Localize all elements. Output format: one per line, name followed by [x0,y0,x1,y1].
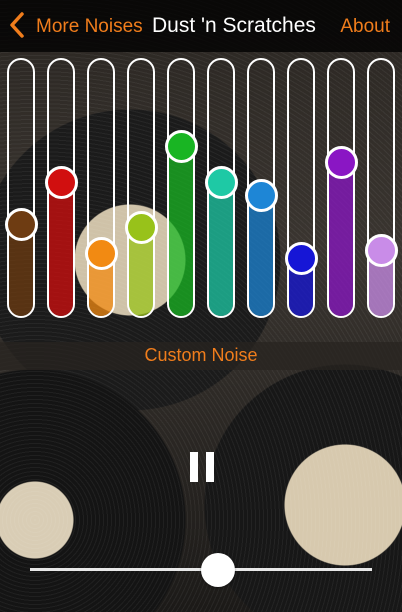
slider-track-8[interactable] [287,58,315,318]
pause-icon [206,452,214,482]
page-title: Dust 'n Scratches [152,14,316,37]
pause-button[interactable] [190,452,214,482]
slider-knob-9[interactable] [324,145,358,179]
equalizer-sliders [0,52,402,342]
slider-knob-6[interactable] [204,166,238,200]
slider-knob-2[interactable] [44,166,78,200]
more-noises-button[interactable]: More Noises [36,16,143,38]
slider-knob-5[interactable] [164,129,198,163]
slider-track-5[interactable] [167,58,195,318]
slider-track-3[interactable] [87,58,115,318]
slider-fill-7 [249,194,273,316]
about-button[interactable]: About [340,16,390,38]
chevron-left-icon[interactable] [8,10,34,40]
noise-label-band: Custom Noise [0,342,402,370]
slider-knob-10[interactable] [364,233,398,267]
slider-track-4[interactable] [127,58,155,318]
slider-fill-5 [169,144,193,316]
navigation-bar: More Noises Dust 'n Scratches About [0,0,402,52]
volume-slider-knob[interactable] [201,553,236,587]
slider-track-10[interactable] [367,58,395,318]
slider-fill-6 [209,181,233,316]
slider-track-1[interactable] [7,58,35,318]
chevron-left-icon-svg [10,12,24,38]
app-screen: More Noises Dust 'n Scratches About Cust… [0,0,402,612]
slider-knob-7[interactable] [244,179,278,213]
slider-fill-9 [329,160,353,316]
slider-knob-4[interactable] [124,210,158,244]
slider-knob-1[interactable] [4,207,38,241]
slider-knob-3[interactable] [84,236,118,270]
slider-fill-2 [49,181,73,316]
noise-name: Custom Noise [144,345,258,365]
pause-icon [190,452,198,482]
slider-knob-8[interactable] [284,241,318,275]
slider-track-9[interactable] [327,58,355,318]
